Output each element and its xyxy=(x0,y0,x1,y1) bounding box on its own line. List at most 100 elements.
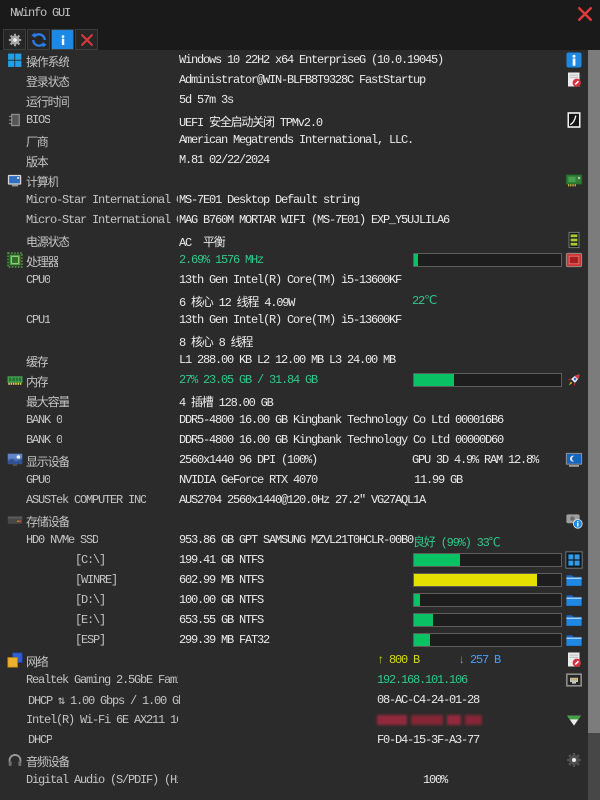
display-icon xyxy=(7,452,23,468)
row-value: 27% 23.05 GB / 31.84 GB xyxy=(179,373,317,387)
usage-bar-fill xyxy=(414,554,460,566)
row-value: 100.00 GB NTFS xyxy=(179,593,263,607)
info-row[interactable]: 缓存 L1 288.00 KB L2 12.00 MB L3 24.00 MB xyxy=(0,350,588,370)
row-value: 299.39 MB FAT32 xyxy=(179,633,269,647)
info-row[interactable]: 内存27% 23.05 GB / 31.84 GB xyxy=(0,370,588,390)
refresh-icon xyxy=(31,32,47,48)
info-row[interactable]: 运行时间 5d 57m 3s xyxy=(0,90,588,110)
pcb-card-icon xyxy=(565,171,583,189)
settings-button[interactable] xyxy=(3,29,26,50)
info-row[interactable]: [WINRE]602.99 MB NTFS xyxy=(0,570,588,590)
info-row[interactable]: 最大容量4 插槽 128.00 GB xyxy=(0,390,588,410)
windows-drive-icon xyxy=(565,551,583,569)
row-label: HD0 NVMe SSD xyxy=(26,533,98,547)
info-row[interactable]: BANK 0DDR5-4800 16.00 GB Kingbank Techno… xyxy=(0,430,588,450)
info-row[interactable]: 处理器2.69% 1576 MHz xyxy=(0,250,588,270)
row-label: Realtek Gaming 2.5GbE Family Controller xyxy=(26,673,178,687)
info-table: 操作系统 Windows 10 22H2 x64 EnterpriseG (10.… xyxy=(0,50,588,800)
row-value: 08-AC-C4-24-01-28 xyxy=(377,693,479,707)
info-row[interactable]: [E:\]653.55 GB NTFS xyxy=(0,610,588,630)
about-button[interactable] xyxy=(51,29,74,50)
info-row[interactable]: 8 核心 8 线程 xyxy=(0,330,588,350)
info-row[interactable]: ASUSTek COMPUTER INC AUS2704 2560x1440@12… xyxy=(0,490,588,510)
row-label: ASUSTek COMPUTER INC xyxy=(26,493,146,507)
row-label: CPU0 xyxy=(26,273,50,287)
redacted-block xyxy=(447,715,461,725)
headphones-icon xyxy=(7,752,23,768)
row-value: L1 288.00 KB L2 12.00 MB L3 24.00 MB xyxy=(179,353,395,367)
close-icon[interactable] xyxy=(577,6,593,22)
info-row[interactable]: 电源状态AC 平衡 xyxy=(0,230,588,250)
row-value: 100% xyxy=(423,773,447,787)
usage-bar xyxy=(413,253,562,267)
row-value: 192.168.101.106 xyxy=(377,673,467,687)
usage-bar xyxy=(413,373,562,387)
row-label: BANK 0 xyxy=(26,433,62,447)
row-value: 953.86 GB GPT SAMSUNG MZVL21T0HCLR-00B0 xyxy=(179,533,413,547)
scrollbar[interactable] xyxy=(588,50,600,800)
usage-bar xyxy=(413,573,562,587)
info-row[interactable]: 显示设备2560x1440 96 DPI (100%)GPU 3D 4.9% R… xyxy=(0,450,588,470)
info-row[interactable]: 计算机 xyxy=(0,170,588,190)
row-label: BANK 0 xyxy=(26,413,62,427)
row-label: [E:\] xyxy=(75,613,105,627)
usage-bar-fill xyxy=(414,254,418,266)
info-row[interactable]: DHCP ⇅ 1.00 Gbps / 1.00 Gbps08-AC-C4-24-… xyxy=(0,690,588,710)
row-label: [D:\] xyxy=(75,593,105,607)
info-row[interactable]: 操作系统 Windows 10 22H2 x64 EnterpriseG (10.… xyxy=(0,50,588,70)
row-label: [C:\] xyxy=(75,553,105,567)
info-row[interactable]: Realtek Gaming 2.5GbE Family Controller 1… xyxy=(0,670,588,690)
info-row[interactable]: Micro-Star International CMAG B760M MORT… xyxy=(0,210,588,230)
row-label: Micro-Star International C xyxy=(26,193,178,207)
row-value: 2560x1440 96 DPI (100%) xyxy=(179,453,317,467)
row-value: MAG B760M MORTAR WIFI (MS-7E01) EXP_Y5UJ… xyxy=(179,213,449,227)
info-row[interactable]: 音频设备 xyxy=(0,750,588,770)
info-icon xyxy=(565,51,583,69)
row-value: 5d 57m 3s xyxy=(179,93,233,107)
row-value: ↑ 800 B xyxy=(377,653,419,667)
info-row[interactable]: CPU113th Gen Intel(R) Core(TM) i5-13600K… xyxy=(0,310,588,330)
info-row[interactable]: 登录状态Administrator@WIN-BLFB8T9328C FastSt… xyxy=(0,70,588,90)
info-row[interactable]: BIOSUEFI 安全启动关闭 TPMv2.0 xyxy=(0,110,588,130)
info-row[interactable]: 存储设备 xyxy=(0,510,588,530)
row-value: Windows 10 22H2 x64 EnterpriseG (10.0.19… xyxy=(179,53,443,67)
info-row[interactable]: 厂商American Megatrends International, LLC… xyxy=(0,130,588,150)
rocket-icon xyxy=(565,371,583,389)
ethernet-icon xyxy=(565,671,583,689)
info-row[interactable]: [ESP]299.39 MB FAT32 xyxy=(0,630,588,650)
info-row[interactable]: GPU0NVIDIA GeForce RTX 407011.99 GB xyxy=(0,470,588,490)
usage-bar xyxy=(413,553,562,567)
row-label: DHCP xyxy=(28,733,52,747)
window-title: NWinfo GUI xyxy=(10,6,70,20)
row-value: 2.69% 1576 MHz xyxy=(179,253,263,267)
info-row[interactable]: [D:\] 100.00 GB NTFS xyxy=(0,590,588,610)
info-row[interactable]: 版本M.81 02/22/2024 xyxy=(0,150,588,170)
usage-bar-fill xyxy=(414,574,537,586)
disk-info-icon xyxy=(565,511,583,529)
bios-chip-icon xyxy=(7,112,23,128)
info-row[interactable]: HD0 NVMe SSD 953.86 GB GPT SAMSUNG MZVL21… xyxy=(0,530,588,550)
row-label: 操作系统 xyxy=(26,53,69,70)
info-row[interactable]: 6 核心 12 线程 4.09W22℃ xyxy=(0,290,588,310)
info-row[interactable]: Intel(R) Wi-Fi 6E AX211 160MHz xyxy=(0,710,588,730)
scrollbar-thumb[interactable] xyxy=(588,50,600,733)
refresh-button[interactable] xyxy=(27,29,50,50)
row-label: 缓存 xyxy=(26,353,48,370)
row-label: Intel(R) Wi-Fi 6E AX211 160MHz xyxy=(26,713,178,727)
row-label: GPU0 xyxy=(26,473,50,487)
red-panel-icon xyxy=(565,251,583,269)
info-row[interactable]: DHCPF0-D4-15-3F-A3-77 xyxy=(0,730,588,750)
info-row[interactable]: Micro-Star International CMS-7E01 Deskto… xyxy=(0,190,588,210)
speaker-gear-icon xyxy=(565,751,583,769)
row-label: 运行时间 xyxy=(26,93,69,110)
battery-icon xyxy=(565,231,583,249)
exit-button[interactable] xyxy=(75,29,98,50)
folder-icon xyxy=(565,611,583,629)
info-row[interactable]: 网络↑ 800 B↓ 257 B xyxy=(0,650,588,670)
row-label: 登录状态 xyxy=(26,73,69,90)
info-row[interactable]: CPU013th Gen Intel(R) Core(TM) i5-13600K… xyxy=(0,270,588,290)
info-row[interactable]: [C:\]199.41 GB NTFS xyxy=(0,550,588,570)
row-value: AUS2704 2560x1440@120.0Hz 27.2" VG27AQL1… xyxy=(179,493,425,507)
info-row[interactable]: Digital Audio (S/PDIF) (High Definition … xyxy=(0,770,588,790)
info-row[interactable]: BANK 0DDR5-4800 16.00 GB Kingbank Techno… xyxy=(0,410,588,430)
